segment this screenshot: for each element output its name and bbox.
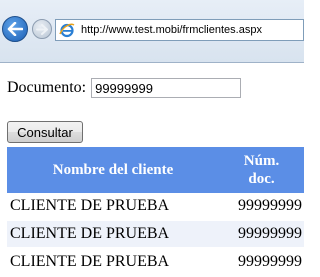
header-doc-line1: Núm. <box>243 153 280 169</box>
table-header-row: Nombre del cliente Núm. doc. <box>7 147 304 193</box>
internet-explorer-icon <box>59 23 75 38</box>
table-row: CLIENTE DE PRUEBA 99999999 <box>7 193 304 221</box>
document-number-cell: 99999999 <box>219 193 304 221</box>
consultar-button[interactable]: Consultar <box>7 121 83 143</box>
forward-arrow-icon <box>36 23 48 35</box>
browser-toolbar: http://www.test.mobi/frmclientes.aspx <box>0 0 304 63</box>
document-input[interactable] <box>91 78 242 98</box>
address-bar[interactable]: http://www.test.mobi/frmclientes.aspx <box>55 19 304 41</box>
document-number-cell: 99999999 <box>219 248 304 277</box>
clients-table: Nombre del cliente Núm. doc. CLIENTE DE … <box>7 147 304 277</box>
back-arrow-icon <box>7 22 23 36</box>
client-name-cell: CLIENTE DE PRUEBA <box>7 220 219 249</box>
forward-button[interactable] <box>32 19 52 39</box>
document-row: Documento: <box>7 78 242 98</box>
document-number-cell: 99999999 <box>219 220 304 249</box>
client-name-cell: CLIENTE DE PRUEBA <box>7 193 219 221</box>
table-row: CLIENTE DE PRUEBA 99999999 <box>7 248 304 277</box>
header-document-number: Núm. doc. <box>219 147 304 193</box>
back-button[interactable] <box>2 16 28 42</box>
client-name-cell: CLIENTE DE PRUEBA <box>7 248 219 277</box>
table-row: CLIENTE DE PRUEBA 99999999 <box>7 220 304 249</box>
header-doc-line2: doc. <box>248 171 275 187</box>
header-client-name: Nombre del cliente <box>7 147 219 193</box>
document-label: Documento: <box>7 79 87 96</box>
url-text: http://www.test.mobi/frmclientes.aspx <box>81 24 262 36</box>
